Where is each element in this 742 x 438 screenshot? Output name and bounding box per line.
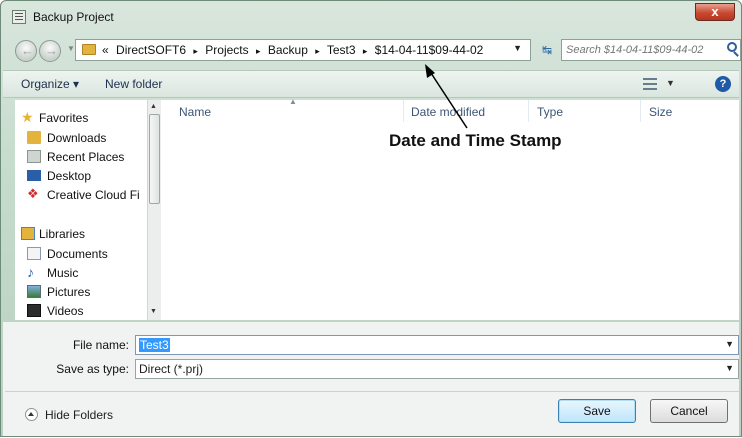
save-as-type-label: Save as type: [56, 362, 129, 376]
file-name-dropdown-icon[interactable]: ▼ [725, 339, 734, 349]
file-name-label: File name: [72, 338, 129, 352]
file-name-field[interactable]: Test3 ▼ [135, 335, 739, 355]
save-as-type-dropdown-icon[interactable]: ▼ [725, 363, 734, 373]
dialog-window: Backup Project x ← → ▼ « DirectSOFT6 ▸ P… [0, 0, 742, 437]
file-name-value[interactable]: Test3 [139, 338, 170, 352]
save-form: File name: Test3 ▼ Save as type: Direct … [3, 322, 739, 436]
save-button[interactable]: Save [558, 399, 636, 423]
save-as-type-value: Direct (*.prj) [139, 362, 204, 376]
save-as-type-select[interactable]: Direct (*.prj) ▼ [135, 359, 739, 379]
collapse-icon [25, 408, 38, 421]
divider [5, 391, 739, 392]
hide-folders-label: Hide Folders [45, 408, 114, 422]
cancel-button[interactable]: Cancel [650, 399, 728, 423]
